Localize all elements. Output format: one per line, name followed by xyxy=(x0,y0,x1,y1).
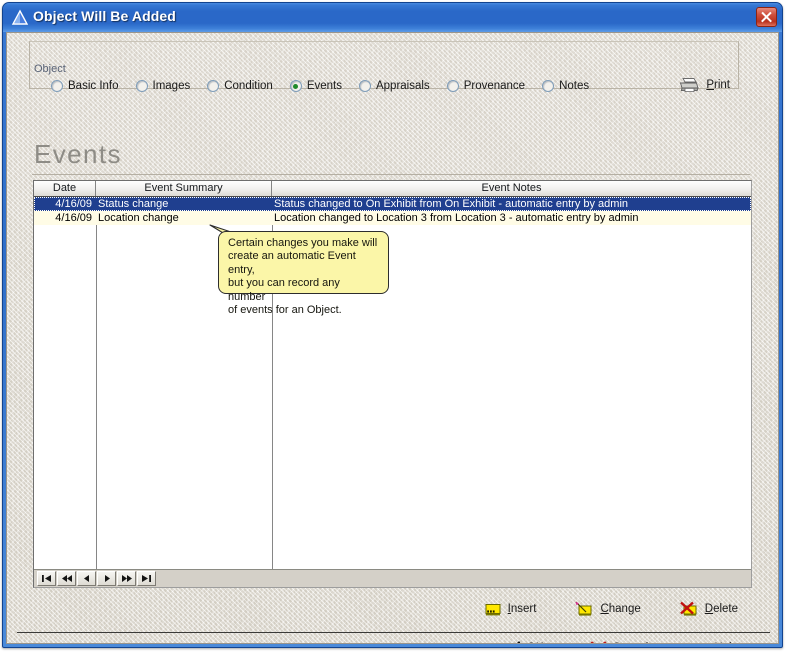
radio-label: Provenance xyxy=(463,80,526,92)
radio-condition[interactable]: Condition xyxy=(207,80,273,92)
help-label: Help xyxy=(714,642,738,643)
change-label: Change xyxy=(600,603,641,615)
cell-notes: Status changed to On Exhibit from On Exh… xyxy=(274,198,629,210)
grid-body: 4/16/09 Status change Status changed to … xyxy=(34,197,751,571)
delete-icon xyxy=(679,601,697,616)
ok-button[interactable]: OK xyxy=(504,640,544,643)
radio-label: Basic Info xyxy=(68,80,119,92)
radio-mark-icon xyxy=(51,80,63,92)
radio-mark-icon xyxy=(135,80,148,92)
last-record-button[interactable] xyxy=(137,571,156,586)
check-icon xyxy=(516,640,520,643)
question-icon: ? xyxy=(698,641,706,644)
heading-divider xyxy=(32,174,750,175)
last-icon xyxy=(142,575,151,582)
radio-mark-icon xyxy=(358,80,371,92)
first-icon xyxy=(42,575,51,582)
radio-mark-selected-icon xyxy=(289,80,302,92)
insert-icon xyxy=(485,603,501,615)
radio-mark-icon xyxy=(207,80,220,92)
delete-label: Delete xyxy=(704,603,738,615)
radio-notes[interactable]: Notes xyxy=(542,80,589,92)
table-row[interactable]: 4/16/09 Status change Status changed to … xyxy=(34,197,751,211)
delete-button[interactable]: Delete xyxy=(679,601,738,617)
cell-date: 4/16/09 xyxy=(55,198,92,210)
dialog-window: Object Will Be Added Object Basic Info I… xyxy=(2,2,783,648)
column-header-summary[interactable]: Event Summary xyxy=(96,181,272,196)
first-record-button[interactable] xyxy=(37,571,56,586)
cell-notes: Location changed to Location 3 from Loca… xyxy=(274,212,639,224)
x-icon xyxy=(590,641,606,643)
callout-bubble: Certain changes you make will create an … xyxy=(218,231,389,316)
prior-page-button[interactable] xyxy=(57,571,76,586)
radio-label: Events xyxy=(306,80,342,92)
printer-icon xyxy=(680,78,699,92)
next-icon xyxy=(104,575,110,582)
print-label: Print xyxy=(706,79,730,91)
events-grid[interactable]: Date Event Summary Event Notes 4/16/09 S… xyxy=(33,180,752,588)
record-navigator xyxy=(34,569,751,587)
last-updated-user: admin xyxy=(226,643,257,644)
radio-basic-info[interactable]: Basic Info xyxy=(51,80,119,92)
radio-label: Condition xyxy=(224,80,273,92)
cell-date: 4/16/09 xyxy=(55,212,92,224)
column-header-notes[interactable]: Event Notes xyxy=(272,181,751,196)
cancel-label: Cancel xyxy=(613,642,649,643)
last-updated-label: Last Updated: xyxy=(31,643,103,644)
dialog-action-bar: OK Cancel ? Help xyxy=(504,640,738,644)
close-icon[interactable] xyxy=(756,7,777,27)
table-row[interactable]: 4/16/09 Location change Location changed… xyxy=(34,211,751,225)
object-section-radio-group: Basic Info Images Condition Events Appra… xyxy=(51,80,606,92)
page-title: Events xyxy=(34,139,122,169)
next-page-button[interactable] xyxy=(117,571,136,586)
radio-label: Images xyxy=(152,80,191,92)
next-page-icon xyxy=(121,575,132,582)
window-title: Object Will Be Added xyxy=(33,8,176,24)
ok-label: OK xyxy=(527,642,544,643)
callout-line-3: but you can record any number xyxy=(228,277,340,303)
next-record-button[interactable] xyxy=(97,571,116,586)
insert-button[interactable]: Insert xyxy=(484,602,537,617)
cell-summary: Location change xyxy=(98,212,179,224)
triangle-icon xyxy=(11,9,29,25)
radio-provenance[interactable]: Provenance xyxy=(446,80,526,92)
last-updated-date: 4/16/09 xyxy=(114,643,152,644)
radio-mark-icon xyxy=(542,80,555,92)
radio-appraisals[interactable]: Appraisals xyxy=(358,80,430,92)
last-updated-time: 17:15 xyxy=(163,643,192,644)
cell-summary: Status change xyxy=(98,198,169,210)
help-button[interactable]: ? Help xyxy=(694,640,738,644)
client-area: Object Basic Info Images Condition Event… xyxy=(6,32,779,644)
prev-page-icon xyxy=(61,575,72,582)
callout-line-1: Certain changes you make will xyxy=(228,237,378,249)
footer-divider xyxy=(17,632,770,633)
grid-header-row: Date Event Summary Event Notes xyxy=(34,181,751,197)
column-separator xyxy=(96,197,97,571)
prev-icon xyxy=(83,575,89,582)
radio-label: Appraisals xyxy=(375,80,430,92)
radio-label: Notes xyxy=(559,80,590,92)
radio-mark-icon xyxy=(446,80,459,92)
last-updated-by-label: by xyxy=(203,643,215,644)
record-action-bar: Insert Change Delete xyxy=(484,601,738,617)
change-icon xyxy=(575,601,592,616)
change-button[interactable]: Change xyxy=(574,601,641,617)
group-box-label: Object xyxy=(31,63,69,75)
tooltip-callout: Certain changes you make will create an … xyxy=(209,224,389,316)
insert-label: Insert xyxy=(507,603,537,615)
callout-line-2: create an automatic Event entry, xyxy=(228,250,356,276)
cancel-button[interactable]: Cancel xyxy=(590,641,649,643)
column-header-date[interactable]: Date xyxy=(34,181,96,196)
radio-events[interactable]: Events xyxy=(289,80,342,92)
last-updated-status: Last Updated: 4/16/09 17:15 by admin xyxy=(31,643,268,644)
svg-text:?: ? xyxy=(698,641,706,644)
title-bar[interactable]: Object Will Be Added xyxy=(3,3,782,32)
print-button[interactable]: Print xyxy=(678,77,730,93)
callout-line-4: of events for an Object. xyxy=(228,304,342,317)
radio-images[interactable]: Images xyxy=(135,80,191,92)
prior-record-button[interactable] xyxy=(77,571,96,586)
